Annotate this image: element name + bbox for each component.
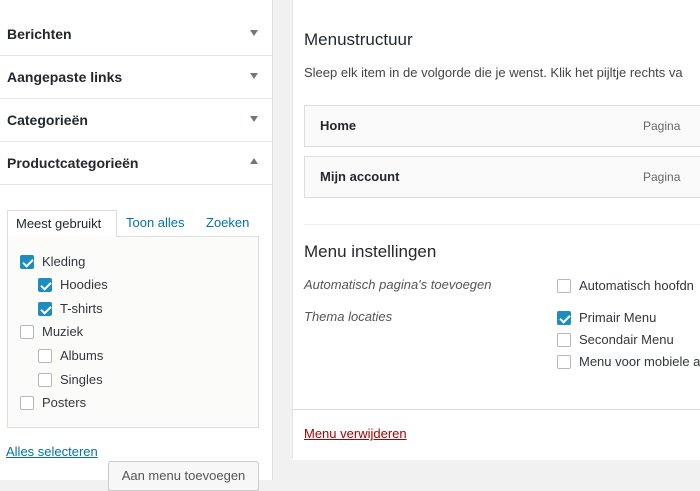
menu-structure-panel: Menustructuur Sleep elk item in de volgo… — [292, 0, 700, 460]
category-checkbox[interactable] — [20, 396, 34, 410]
accordion-section-posts[interactable]: Berichten — [0, 13, 272, 56]
menu-items-accordion: Berichten Aangepaste links Categorieën P… — [0, 0, 273, 491]
accordion-title: Aangepaste links — [7, 69, 123, 85]
category-label: Hoodies — [60, 277, 108, 292]
chevron-down-icon — [250, 30, 258, 36]
menu-footer: Menu verwijderen — [293, 409, 700, 460]
option-label: Menu voor mobiele a — [579, 354, 700, 369]
accordion-section-product-categories[interactable]: Productcategorieën — [0, 142, 272, 185]
category-checklist: Kleding Hoodies T-shirts Muziek Albums S… — [7, 236, 259, 428]
chevron-down-icon — [250, 73, 258, 79]
category-label: Posters — [42, 395, 87, 410]
accordion-title: Berichten — [7, 26, 72, 42]
accordion-section-custom-links[interactable]: Aangepaste links — [0, 56, 272, 99]
option-label: Secondair Menu — [579, 332, 674, 347]
category-checkbox[interactable] — [38, 278, 52, 292]
location-checkbox[interactable] — [557, 355, 571, 369]
accordion-section-categories[interactable]: Categorieën — [0, 99, 272, 142]
accordion-title: Categorieën — [7, 112, 88, 128]
tab-search[interactable]: Zoeken — [198, 210, 257, 236]
menu-structure-title: Menustructuur — [304, 30, 413, 49]
location-checkbox[interactable] — [557, 333, 571, 347]
divider — [304, 224, 700, 225]
menu-structure-description: Sleep elk item in de volgorde die je wen… — [304, 65, 683, 80]
option-label: Primair Menu — [579, 310, 657, 325]
menu-item-my-account[interactable]: Mijn account Pagina — [304, 156, 700, 198]
auto-add-pages-label: Automatisch pagina's toevoegen — [304, 277, 492, 292]
menu-settings-title: Menu instellingen — [304, 242, 437, 261]
category-checkbox[interactable] — [38, 302, 52, 316]
category-label: Kleding — [42, 254, 86, 269]
select-all-link[interactable]: Alles selecteren — [6, 444, 98, 459]
auto-add-checkbox[interactable] — [557, 279, 571, 293]
chevron-up-icon — [250, 158, 258, 164]
theme-locations-label: Thema locaties — [304, 309, 393, 324]
category-label: Albums — [60, 348, 104, 363]
tab-most-used[interactable]: Meest gebruikt — [7, 210, 117, 237]
location-checkbox[interactable] — [557, 311, 571, 325]
category-label: T-shirts — [60, 301, 103, 316]
menu-item-home[interactable]: Home Pagina — [304, 105, 700, 147]
category-checkbox[interactable] — [38, 373, 52, 387]
category-label: Singles — [60, 372, 103, 387]
category-label: Muziek — [42, 324, 84, 339]
category-checkbox[interactable] — [20, 325, 34, 339]
accordion-title: Productcategorieën — [7, 155, 139, 171]
category-checkbox[interactable] — [38, 349, 52, 363]
menu-item-title: Home — [320, 118, 357, 133]
menu-item-type: Pagina — [643, 119, 681, 133]
tab-show-all[interactable]: Toon alles — [118, 210, 193, 236]
chevron-down-icon — [250, 116, 258, 122]
option-label: Automatisch hoofdn — [579, 278, 694, 293]
menu-item-title: Mijn account — [320, 169, 400, 184]
delete-menu-link[interactable]: Menu verwijderen — [304, 426, 407, 441]
menu-item-type: Pagina — [643, 170, 681, 184]
add-to-menu-button[interactable]: Aan menu toevoegen — [108, 461, 259, 491]
category-checkbox[interactable] — [20, 255, 34, 269]
